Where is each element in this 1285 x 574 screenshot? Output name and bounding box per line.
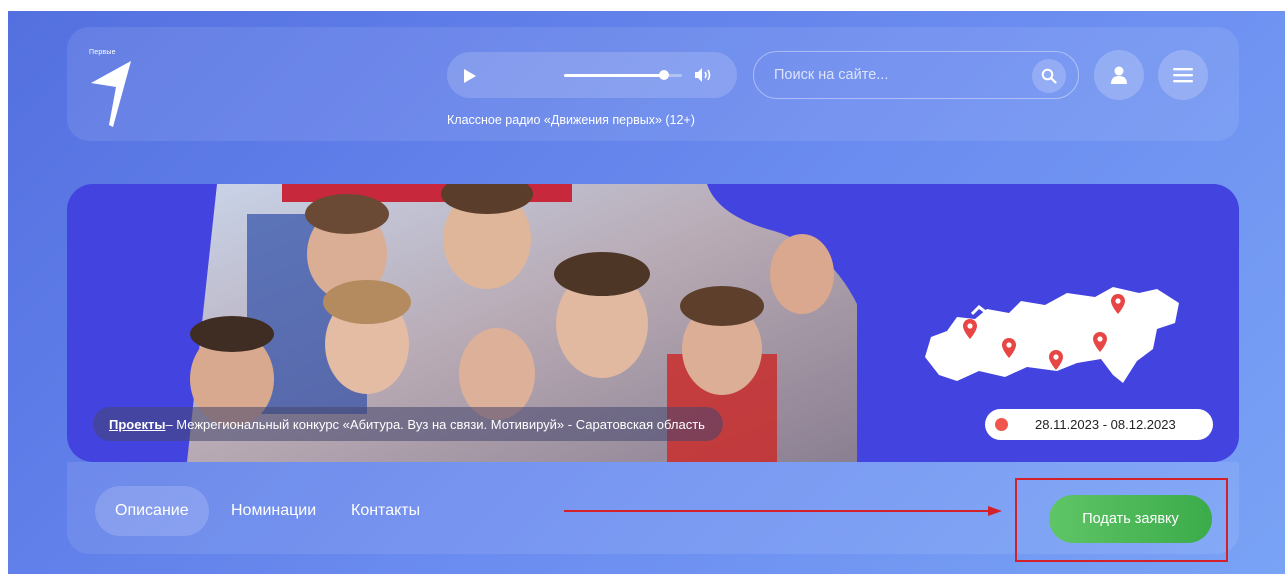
- hamburger-icon: [1173, 68, 1193, 83]
- tab-label: Контакты: [351, 502, 421, 519]
- status-dot-icon: [995, 418, 1008, 431]
- logo-text: Первые: [89, 49, 116, 56]
- search-icon: [1041, 68, 1057, 84]
- volume-fill: [564, 74, 665, 77]
- map-pin-icon: [1049, 350, 1063, 370]
- annotation-arrow-icon: [564, 506, 1002, 516]
- profile-button[interactable]: [1094, 50, 1144, 100]
- breadcrumb: Проекты – Межрегиональный конкурс «Абиту…: [93, 407, 723, 441]
- radio-player: [447, 52, 737, 98]
- play-icon: [464, 69, 476, 83]
- map-pin-icon: [1093, 332, 1107, 352]
- play-button[interactable]: [459, 65, 481, 87]
- breadcrumb-current: – Межрегиональный конкурс «Абитура. Вуз …: [165, 416, 705, 432]
- map-pin-icon: [1111, 294, 1125, 314]
- apply-button[interactable]: Подать заявку: [1049, 495, 1212, 543]
- project-banner: Проекты – Межрегиональный конкурс «Абиту…: [67, 184, 1239, 462]
- tab-label: Описание: [115, 502, 189, 519]
- user-icon: [1111, 66, 1127, 84]
- date-range: 28.11.2023 - 08.12.2023: [1035, 417, 1176, 432]
- volume-knob[interactable]: [659, 70, 670, 80]
- search-box: [753, 51, 1079, 99]
- logo[interactable]: Первые: [89, 49, 135, 131]
- breadcrumb-link-projects[interactable]: Проекты: [109, 417, 165, 432]
- map-pin-icon: [963, 319, 977, 339]
- site-header: Первые Классное радио «Движения первых» …: [67, 27, 1239, 141]
- speaker-icon[interactable]: [693, 66, 713, 84]
- logo-mark-icon: [91, 61, 131, 127]
- volume-slider[interactable]: [564, 70, 682, 80]
- tab-nominations[interactable]: Номинации: [231, 486, 316, 536]
- radio-caption[interactable]: Классное радио «Движения первых» (12+): [447, 113, 747, 127]
- russia-map-icon: [925, 287, 1179, 383]
- project-subnav: Описание Номинации Контакты Подать заявк…: [67, 462, 1239, 562]
- map-pin-icon: [1002, 338, 1016, 358]
- tab-contacts[interactable]: Контакты: [351, 486, 420, 536]
- menu-button[interactable]: [1158, 50, 1208, 100]
- search-input[interactable]: [774, 52, 1014, 98]
- tab-label: Номинации: [231, 502, 317, 519]
- tab-description[interactable]: Описание: [95, 486, 209, 536]
- date-range-badge: 28.11.2023 - 08.12.2023: [985, 409, 1213, 440]
- page-canvas: Первые Классное радио «Движения первых» …: [8, 11, 1285, 574]
- search-button[interactable]: [1032, 59, 1066, 93]
